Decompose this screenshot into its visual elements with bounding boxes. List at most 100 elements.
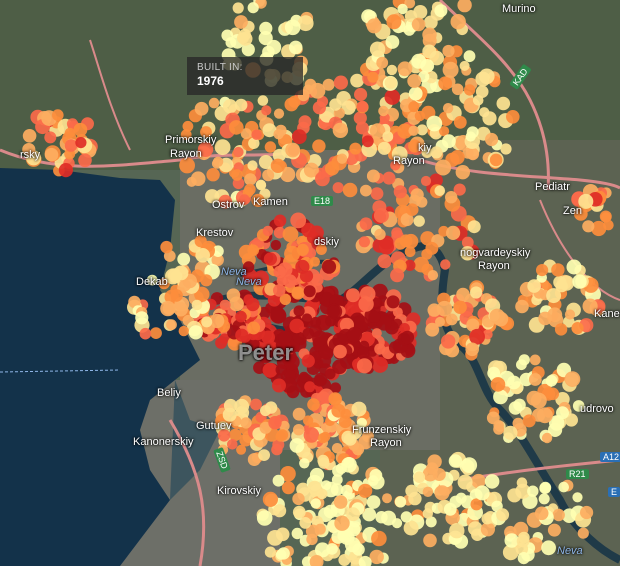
- building-dot[interactable]: [411, 17, 426, 32]
- building-dot[interactable]: [309, 82, 326, 99]
- building-dot[interactable]: [244, 183, 256, 196]
- building-dot[interactable]: [366, 495, 381, 509]
- building-dot[interactable]: [427, 270, 439, 281]
- building-dot[interactable]: [518, 354, 530, 366]
- building-dot[interactable]: [354, 87, 368, 102]
- building-dot[interactable]: [250, 398, 262, 411]
- building-dot[interactable]: [469, 328, 485, 345]
- building-dot[interactable]: [288, 40, 303, 55]
- building-dot[interactable]: [489, 153, 503, 167]
- building-dot[interactable]: [373, 208, 389, 223]
- building-dot[interactable]: [338, 554, 351, 566]
- building-dot[interactable]: [448, 454, 463, 468]
- building-dot[interactable]: [351, 401, 367, 417]
- building-dot[interactable]: [551, 263, 565, 277]
- building-dot[interactable]: [541, 432, 553, 444]
- building-dot[interactable]: [375, 511, 388, 524]
- building-dot[interactable]: [284, 97, 299, 112]
- building-dot[interactable]: [225, 37, 237, 48]
- building-dot[interactable]: [329, 98, 342, 111]
- building-dot[interactable]: [237, 32, 249, 44]
- building-dot[interactable]: [318, 457, 330, 469]
- building-dot[interactable]: [296, 243, 309, 256]
- building-dot[interactable]: [178, 325, 189, 337]
- building-dot[interactable]: [481, 513, 493, 525]
- building-dot[interactable]: [405, 484, 418, 498]
- building-dot[interactable]: [343, 457, 355, 468]
- building-dot[interactable]: [336, 153, 348, 164]
- building-dot[interactable]: [386, 64, 398, 76]
- building-dot[interactable]: [22, 129, 37, 143]
- building-dot[interactable]: [333, 344, 347, 359]
- building-dot[interactable]: [355, 121, 369, 135]
- building-dot[interactable]: [599, 210, 612, 223]
- building-dot[interactable]: [413, 5, 428, 19]
- building-dot[interactable]: [442, 134, 456, 149]
- building-dot[interactable]: [273, 108, 285, 119]
- building-dot[interactable]: [382, 493, 392, 504]
- building-dot[interactable]: [526, 390, 542, 406]
- building-dot[interactable]: [214, 139, 231, 156]
- building-dot[interactable]: [403, 520, 419, 536]
- building-dot[interactable]: [316, 488, 328, 500]
- building-dot[interactable]: [357, 347, 370, 360]
- building-dot[interactable]: [558, 481, 569, 493]
- building-dot[interactable]: [299, 517, 312, 529]
- building-dot[interactable]: [234, 398, 250, 414]
- building-dot[interactable]: [367, 71, 379, 83]
- building-dot[interactable]: [240, 417, 252, 429]
- building-dot[interactable]: [284, 19, 301, 36]
- building-dot[interactable]: [332, 122, 349, 138]
- building-dot[interactable]: [459, 60, 470, 71]
- building-dot[interactable]: [427, 303, 441, 317]
- building-dot[interactable]: [503, 425, 518, 440]
- building-dot[interactable]: [572, 274, 587, 289]
- building-dot[interactable]: [177, 252, 191, 266]
- building-dot[interactable]: [461, 457, 478, 473]
- building-dot[interactable]: [298, 115, 312, 129]
- building-dot[interactable]: [456, 287, 470, 302]
- building-dot[interactable]: [349, 142, 362, 155]
- building-dot[interactable]: [262, 225, 274, 237]
- building-dot[interactable]: [407, 74, 422, 88]
- building-dot[interactable]: [314, 523, 326, 535]
- building-dot[interactable]: [233, 146, 244, 158]
- building-dot[interactable]: [359, 217, 373, 231]
- building-dot[interactable]: [64, 127, 76, 139]
- building-dot[interactable]: [377, 141, 391, 155]
- building-dot[interactable]: [470, 286, 483, 299]
- building-dot[interactable]: [369, 469, 383, 482]
- building-dot[interactable]: [200, 274, 213, 287]
- building-dot[interactable]: [474, 485, 490, 501]
- building-dot[interactable]: [247, 321, 261, 335]
- building-dot[interactable]: [234, 15, 248, 29]
- building-dot[interactable]: [166, 319, 177, 331]
- building-dot[interactable]: [259, 21, 273, 35]
- building-dot[interactable]: [264, 401, 278, 414]
- building-dot[interactable]: [356, 100, 369, 113]
- building-dot[interactable]: [73, 122, 88, 137]
- building-dot[interactable]: [390, 268, 405, 283]
- building-dot[interactable]: [292, 505, 306, 519]
- building-dot[interactable]: [376, 56, 389, 69]
- building-dot[interactable]: [463, 84, 476, 96]
- building-dot[interactable]: [546, 288, 562, 304]
- building-dot[interactable]: [400, 511, 413, 523]
- building-dot[interactable]: [518, 531, 530, 544]
- building-dot[interactable]: [440, 259, 451, 270]
- building-dot[interactable]: [291, 286, 305, 300]
- building-dot[interactable]: [291, 129, 307, 145]
- building-dot[interactable]: [346, 288, 360, 303]
- building-dot[interactable]: [135, 311, 149, 325]
- building-dot[interactable]: [358, 483, 373, 498]
- building-dot[interactable]: [328, 392, 343, 406]
- building-dot[interactable]: [312, 139, 326, 153]
- building-dot[interactable]: [372, 356, 388, 373]
- building-dot[interactable]: [442, 44, 455, 58]
- building-dot[interactable]: [206, 168, 220, 182]
- building-dot[interactable]: [435, 159, 452, 176]
- building-dot[interactable]: [463, 50, 476, 63]
- building-dot[interactable]: [182, 120, 194, 132]
- building-dot[interactable]: [298, 371, 310, 383]
- building-dot[interactable]: [332, 465, 344, 477]
